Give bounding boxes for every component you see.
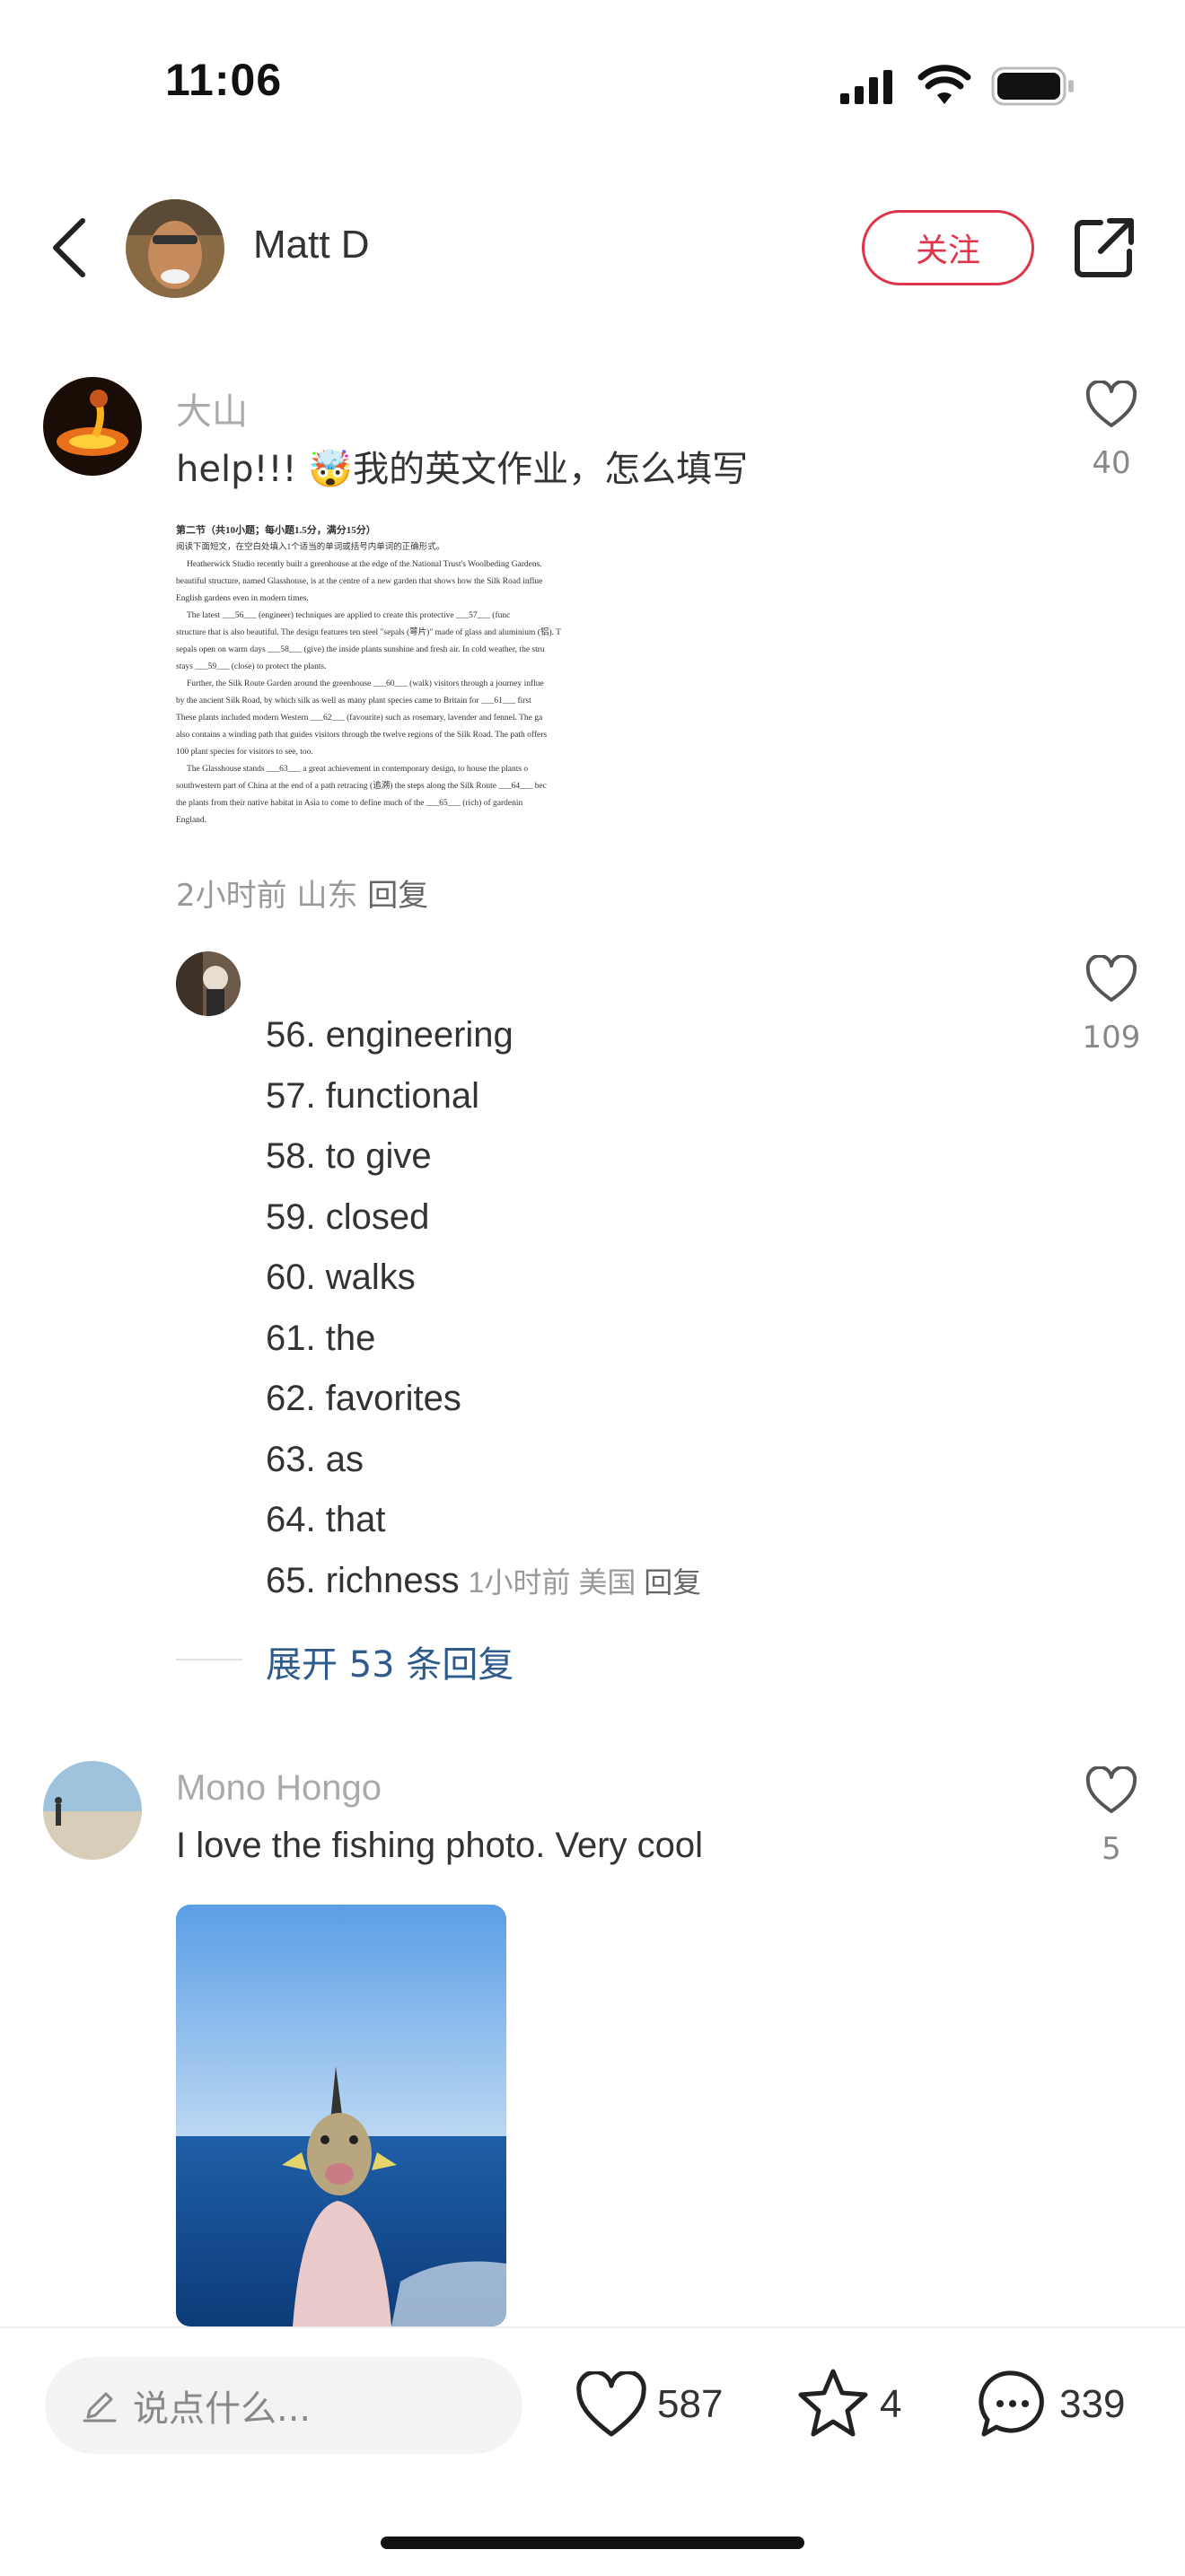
replier-avatar[interactable] xyxy=(176,951,241,1016)
star-icon[interactable] xyxy=(795,2366,871,2440)
commenter-avatar[interactable] xyxy=(43,377,142,476)
like-heart-icon[interactable] xyxy=(1084,381,1138,429)
comment-like-count: 40 xyxy=(1092,445,1131,481)
commenter-name[interactable]: 大山 xyxy=(176,382,248,434)
comment-like-count: 5 xyxy=(1102,1831,1121,1867)
home-indicator[interactable] xyxy=(381,2537,804,2549)
comment-bubble-icon[interactable] xyxy=(977,2368,1049,2440)
comment-meta: 2小时前 山东 回复 xyxy=(176,871,428,915)
answer-text: 65. richness xyxy=(266,1560,460,1600)
doc-line: southwestern part of China at the end of… xyxy=(176,782,547,791)
reply-link[interactable]: 回复 xyxy=(367,878,428,914)
answer-line: 57. functional xyxy=(266,1075,479,1116)
like-count: 587 xyxy=(657,2382,724,2426)
doc-line: The latest ___56___ (engineer) technique… xyxy=(187,611,511,620)
doc-line: structure that is also beautiful. The de… xyxy=(176,628,561,637)
comment-location: 山东 xyxy=(296,878,358,914)
reply-meta: 1小时前 美国 回复 xyxy=(469,1566,702,1599)
comment-input-placeholder: 说点什么... xyxy=(133,2388,312,2430)
follow-button[interactable]: 关注 xyxy=(862,210,1034,285)
answer-line: 60. walks xyxy=(266,1257,416,1297)
comment-text: help!!! 🤯我的英文作业，怎么填写 xyxy=(176,449,749,490)
reply-like-heart-icon[interactable] xyxy=(1084,955,1138,1003)
comment-time: 2小时前 xyxy=(176,878,287,914)
answer-line: 62. favorites xyxy=(266,1379,461,1418)
like-heart-icon[interactable] xyxy=(575,2371,648,2438)
doc-line: These plants included modern Western ___… xyxy=(176,714,543,723)
reply-time: 1小时前 xyxy=(468,1565,571,1599)
doc-line: Heatherwick Studio recently built a gree… xyxy=(187,560,542,569)
answer-line: 58. to give xyxy=(266,1136,432,1176)
back-chevron-icon[interactable] xyxy=(47,215,90,280)
doc-heading: 第二节（共10小题；每小题1.5分，满分15分） xyxy=(176,525,376,536)
doc-line: also contains a winding path that guides… xyxy=(176,731,548,740)
answer-line: 56. engineering xyxy=(266,1015,514,1055)
reply-link[interactable]: 回复 xyxy=(644,1566,701,1599)
doc-line: The Glasshouse stands ___63___ a great a… xyxy=(187,765,529,774)
author-avatar[interactable] xyxy=(126,199,224,298)
doc-line: 100 plant species for visitors to see, t… xyxy=(176,748,313,757)
answer-line: 59. closed xyxy=(266,1196,430,1237)
commenter-avatar[interactable] xyxy=(43,1761,142,1860)
answer-line: 64. that xyxy=(266,1500,386,1539)
comment-text: I love the fishing photo. Very cool xyxy=(176,1826,704,1865)
homework-image[interactable]: 第二节（共10小题；每小题1.5分，满分15分） 阅读下面短文，在空白处填入1个… xyxy=(176,522,616,846)
doc-line: England. xyxy=(176,816,207,825)
expand-divider xyxy=(176,1659,242,1660)
doc-line: English gardens even in modern times. xyxy=(176,594,309,603)
doc-line: Further, the Silk Route Garden around th… xyxy=(187,679,544,688)
doc-line: the plants from their native habitat in … xyxy=(176,799,523,808)
battery-icon xyxy=(991,66,1074,106)
fish-photo[interactable] xyxy=(176,1905,506,2326)
reply-answer-list: 56. engineering 57. functional 58. to gi… xyxy=(266,1005,701,1611)
doc-line: sepals open on warm days ___58___ (give)… xyxy=(176,645,545,654)
doc-line: beautiful structure, named Glasshouse, i… xyxy=(176,577,543,586)
doc-line: 阅读下面短文，在空白处填入1个适当的单词或括号内单词的正确形式。 xyxy=(176,543,445,552)
cellular-signal-icon xyxy=(840,70,892,104)
reply-location: 美国 xyxy=(578,1565,636,1599)
doc-line: stays ___59___ (close) to protect the pl… xyxy=(176,662,327,671)
author-username[interactable]: Matt D xyxy=(253,223,370,267)
commenter-name[interactable]: Mono Hongo xyxy=(176,1768,382,1809)
comment-count: 339 xyxy=(1059,2382,1126,2426)
doc-line: by the ancient Silk Road, by which silk … xyxy=(176,697,531,705)
share-icon[interactable] xyxy=(1074,217,1135,278)
pencil-icon xyxy=(83,2392,117,2423)
wifi-icon xyxy=(917,65,971,104)
comment-input[interactable]: 说点什么... xyxy=(45,2357,522,2454)
like-heart-icon[interactable] xyxy=(1084,1766,1138,1815)
expand-replies-link[interactable]: 展开 53 条回复 xyxy=(266,1635,514,1687)
reply-like-count: 109 xyxy=(1082,1020,1141,1056)
answer-line-last: 65. richness 1小时前 美国 回复 xyxy=(266,1551,701,1612)
status-time: 11:06 xyxy=(165,55,283,105)
answer-line: 61. the xyxy=(266,1318,376,1358)
answer-line: 63. as xyxy=(266,1439,364,1479)
star-count: 4 xyxy=(880,2382,902,2426)
